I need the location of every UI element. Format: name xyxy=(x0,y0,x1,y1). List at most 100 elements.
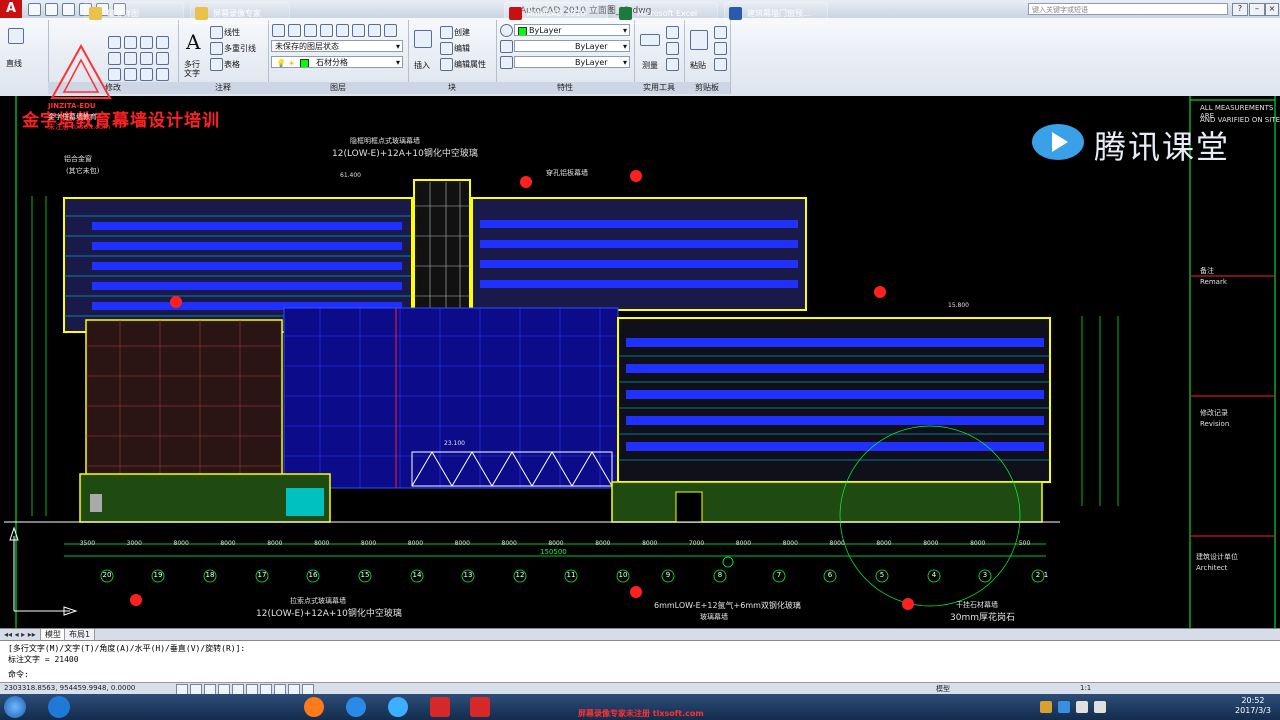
firefox-icon[interactable] xyxy=(304,697,324,717)
join-icon[interactable] xyxy=(156,68,169,81)
browser-icon[interactable] xyxy=(346,697,366,717)
panel-title-utilities[interactable]: 实用工具 xyxy=(634,82,684,94)
create-block-icon[interactable] xyxy=(440,26,453,39)
layer-state-select[interactable]: 未保存的图层状态 xyxy=(271,40,403,52)
tray-icon[interactable] xyxy=(1058,701,1070,713)
panel-title-block[interactable]: 块 xyxy=(408,82,496,94)
recorder-icon[interactable] xyxy=(470,697,490,717)
close-icon[interactable]: × xyxy=(1265,3,1279,16)
cut-icon[interactable] xyxy=(714,26,727,39)
layer-icon[interactable] xyxy=(288,24,301,37)
edit-attr-label[interactable]: 编辑属性 xyxy=(454,59,486,70)
array-icon[interactable] xyxy=(156,52,169,65)
taskbar-item-excel[interactable]: Microsoft Excel xyxy=(614,2,718,24)
grid-axis-label: 19 xyxy=(153,571,163,579)
insert-label[interactable]: 插入 xyxy=(414,60,430,71)
line-icon[interactable] xyxy=(8,28,24,44)
match-properties-icon[interactable] xyxy=(500,24,513,37)
color-select[interactable]: ByLayer xyxy=(514,24,630,36)
network-icon[interactable] xyxy=(1076,701,1088,713)
table-icon[interactable] xyxy=(210,58,223,71)
panel-title-properties[interactable]: 特性 xyxy=(496,82,634,94)
copy-clip-icon[interactable] xyxy=(714,42,727,55)
panel-title-clipboard[interactable]: 剪贴板 xyxy=(684,82,730,94)
layer-icon[interactable] xyxy=(352,24,365,37)
copy-icon[interactable] xyxy=(140,36,153,49)
app-icon[interactable] xyxy=(388,697,408,717)
volume-icon[interactable] xyxy=(1094,701,1106,713)
linear-dim-label[interactable]: 线性 xyxy=(224,27,240,38)
lineweight-value: ByLayer xyxy=(575,58,608,67)
taskbar-item-word[interactable]: 建筑幕墙门窗预... xyxy=(724,2,828,24)
layer-icon[interactable] xyxy=(384,24,397,37)
paste-icon[interactable] xyxy=(690,30,708,50)
insert-block-icon[interactable] xyxy=(414,30,432,48)
system-clock[interactable]: 20:52 2017/3/3 xyxy=(1230,696,1276,716)
linear-dim-icon[interactable] xyxy=(210,26,223,39)
create-label[interactable]: 创建 xyxy=(454,27,470,38)
panel-revision-cn: 修改记录 xyxy=(1200,409,1228,417)
panel-clipboard: 粘贴 剪贴板 xyxy=(684,20,731,94)
layer-icon[interactable] xyxy=(320,24,333,37)
panel-title-layers[interactable]: 图层 xyxy=(268,82,408,94)
autocad-logo-icon[interactable]: A xyxy=(0,0,22,18)
ie-icon[interactable] xyxy=(48,696,70,718)
save-icon[interactable] xyxy=(62,3,75,16)
offset-icon[interactable] xyxy=(140,68,153,81)
measure-label[interactable]: 测量 xyxy=(642,60,658,71)
start-button[interactable] xyxy=(4,696,26,718)
app-red-icon[interactable] xyxy=(430,697,450,717)
tab-nav-icon[interactable]: ◂◂ ◂ ▸ ▸▸ xyxy=(4,629,36,640)
dimension-value: 500 xyxy=(1018,540,1031,547)
mirror-icon[interactable] xyxy=(156,36,169,49)
dimension-value: 8000 xyxy=(829,540,845,547)
taskbar-label-2: 屏幕录像专家 xyxy=(213,9,261,18)
lineweight-icon[interactable] xyxy=(500,56,513,69)
grid-axis-label: 9 xyxy=(665,571,671,579)
id-point-icon[interactable] xyxy=(666,58,679,71)
calculator-icon[interactable] xyxy=(666,42,679,55)
command-prompt[interactable]: 命令: xyxy=(8,669,29,680)
model-space-button[interactable]: 模型 xyxy=(936,684,950,694)
linetype-icon[interactable] xyxy=(500,40,513,53)
edit-label[interactable]: 编辑 xyxy=(454,43,470,54)
table-label[interactable]: 表格 xyxy=(224,59,240,70)
scale-icon[interactable] xyxy=(140,52,153,65)
layer-properties-icon[interactable] xyxy=(272,24,285,37)
quick-select-icon[interactable] xyxy=(666,26,679,39)
taskbar-item-autocad[interactable]: AutoCAD 2010 xyxy=(504,2,608,24)
layer-icon[interactable] xyxy=(368,24,381,37)
mleader-icon[interactable] xyxy=(210,42,223,55)
paste-label[interactable]: 粘贴 xyxy=(690,60,706,71)
stretch-icon[interactable] xyxy=(124,52,137,65)
tray-icon[interactable] xyxy=(1040,701,1052,713)
lineweight-select[interactable]: ByLayer xyxy=(514,56,630,68)
panel-annotation: A 多行文字 线性 多重引线 表格 注释 xyxy=(178,20,269,94)
linetype-select[interactable]: ByLayer xyxy=(514,40,630,52)
open-icon[interactable] xyxy=(45,3,58,16)
trim-icon[interactable] xyxy=(124,36,137,49)
mtext-label[interactable]: 多行文字 xyxy=(184,60,202,78)
coordinates-readout[interactable]: 2303318.8563, 954459.9948, 0.0000 xyxy=(4,684,135,692)
copy-base-icon[interactable] xyxy=(714,58,727,71)
mleader-label[interactable]: 多重引线 xyxy=(224,43,256,54)
edit-attr-icon[interactable] xyxy=(440,58,453,71)
layer-select[interactable]: 💡 ☀ 石材分格 xyxy=(271,56,403,68)
mtext-icon[interactable]: A xyxy=(186,30,200,54)
edit-block-icon[interactable] xyxy=(440,42,453,55)
new-icon[interactable] xyxy=(28,3,41,16)
taskbar-item-folder-1[interactable]: 墙身详图 xyxy=(84,2,184,24)
drawing-canvas[interactable]: ALL MEASUREMENTS ARE AND VARIFIED ON SIT… xyxy=(0,43,1280,708)
explode-icon[interactable] xyxy=(124,68,137,81)
search-input[interactable]: 键入关键字或短语 xyxy=(1028,3,1228,15)
minimize-icon[interactable]: – xyxy=(1249,3,1265,16)
annotation-scale[interactable]: 1:1 xyxy=(1080,684,1091,692)
panel-title-annotation[interactable]: 注释 xyxy=(178,82,268,94)
layer-icon[interactable] xyxy=(304,24,317,37)
help-icon[interactable]: ? xyxy=(1232,3,1248,16)
command-history-2: 标注文字 = 21400 xyxy=(8,655,79,664)
level-23100: 23.100 xyxy=(444,440,465,447)
taskbar-item-folder-2[interactable]: 屏幕录像专家 xyxy=(190,2,290,24)
measure-icon[interactable] xyxy=(640,34,660,46)
layer-icon[interactable] xyxy=(336,24,349,37)
